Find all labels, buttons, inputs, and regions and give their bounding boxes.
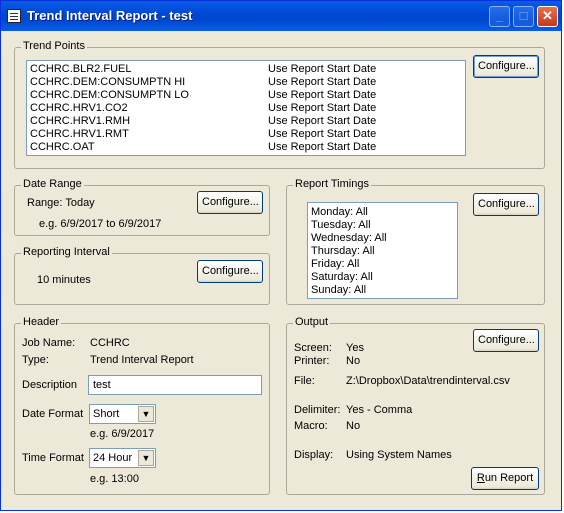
- file-value: Z:\Dropbox\Data\trendinterval.csv: [346, 375, 510, 387]
- time-format-select[interactable]: 24 Hour ▼: [89, 448, 156, 468]
- report-timings-legend: Report Timings: [293, 178, 371, 190]
- job-name-value: CCHRC: [90, 337, 130, 349]
- file-label: File:: [294, 375, 315, 387]
- description-input[interactable]: test: [88, 375, 262, 395]
- reporting-interval-legend: Reporting Interval: [21, 246, 112, 258]
- trend-points-legend: Trend Points: [21, 40, 87, 52]
- date-range-configure-button[interactable]: Configure...: [197, 191, 263, 214]
- list-item[interactable]: CCHRC.HRV1.RMH Use Report Start Date: [27, 115, 465, 128]
- date-range-legend: Date Range: [21, 178, 84, 190]
- printer-value: No: [346, 355, 361, 367]
- screen-label: Screen:: [294, 342, 332, 354]
- report-window: Trend Interval Report - test _ □ ✕ Trend…: [0, 0, 562, 511]
- reporting-interval-group: Reporting Interval 10 minutes Configure.…: [14, 246, 270, 305]
- macro-value: No: [346, 420, 361, 432]
- list-item[interactable]: CCHRC.DEM:CONSUMPTN LO Use Report Start D…: [27, 89, 465, 102]
- window-title: Trend Interval Report - test: [27, 8, 193, 23]
- printer-label: Printer:: [294, 355, 330, 367]
- delimiter-label: Delimiter:: [294, 404, 341, 416]
- date-range-text: Range: Today: [27, 197, 95, 209]
- report-app-icon: [7, 9, 21, 23]
- date-format-select[interactable]: Short ▼: [89, 404, 156, 424]
- list-item[interactable]: Sunday: All: [308, 284, 457, 297]
- report-timings-configure-button[interactable]: Configure...: [473, 193, 539, 216]
- title-bar[interactable]: Trend Interval Report - test _ □ ✕: [1, 1, 561, 31]
- list-item[interactable]: Tuesday: All: [308, 219, 457, 232]
- reporting-interval-value: 10 minutes: [37, 274, 91, 286]
- list-item[interactable]: CCHRC.OAT Use Report Start Date: [27, 141, 465, 154]
- list-item[interactable]: CCHRC.HRV1.CO2 Use Report Start Date: [27, 102, 465, 115]
- list-item[interactable]: CCHRC.BLR2.FUEL Use Report Start Date: [27, 63, 465, 76]
- minimize-button[interactable]: _: [489, 6, 510, 27]
- trend-points-list[interactable]: CCHRC.BLR2.FUEL Use Report Start Date CCH…: [26, 60, 466, 156]
- display-label: Display:: [294, 449, 334, 461]
- report-timings-group: Report Timings Monday: All Tuesday: All …: [286, 178, 545, 305]
- output-group: Output Configure... Screen: Yes Printer:…: [286, 316, 545, 495]
- date-format-label: Date Format: [22, 408, 84, 420]
- time-format-value: 24 Hour: [93, 452, 133, 464]
- report-timings-list[interactable]: Monday: All Tuesday: All Wednesday: All …: [307, 202, 458, 299]
- job-name-label: Job Name:: [22, 337, 76, 349]
- chevron-down-icon[interactable]: ▼: [138, 450, 154, 466]
- time-format-example: e.g. 13:00: [90, 473, 139, 485]
- header-legend: Header: [21, 316, 62, 328]
- run-report-button[interactable]: Run Report: [471, 467, 539, 490]
- list-item[interactable]: Monday: All: [308, 206, 457, 219]
- description-label: Description: [22, 379, 78, 391]
- list-item[interactable]: Thursday: All: [308, 245, 457, 258]
- display-value: Using System Names: [346, 449, 452, 461]
- output-legend: Output: [293, 316, 331, 328]
- macro-label: Macro:: [294, 420, 328, 432]
- type-value: Trend Interval Report: [90, 354, 194, 366]
- date-range-group: Date Range Range: Today e.g. 6/9/2017 to…: [14, 178, 270, 236]
- time-format-label: Time Format: [22, 452, 84, 464]
- reporting-interval-configure-button[interactable]: Configure...: [197, 260, 263, 283]
- date-format-value: Short: [93, 408, 120, 420]
- date-format-example: e.g. 6/9/2017: [90, 428, 155, 440]
- list-item[interactable]: CCHRC.HRV1.RMT Use Report Start Date: [27, 128, 465, 141]
- header-group: Header Job Name: CCHRC Type: Trend Inter…: [14, 316, 270, 495]
- delimiter-value: Yes - Comma: [346, 404, 413, 416]
- chevron-down-icon[interactable]: ▼: [138, 406, 154, 422]
- type-label: Type:: [22, 354, 49, 366]
- trend-points-configure-button[interactable]: Configure...: [473, 55, 539, 78]
- list-item[interactable]: Saturday: All: [308, 271, 457, 284]
- list-item[interactable]: Friday: All: [308, 258, 457, 271]
- output-configure-button[interactable]: Configure...: [473, 329, 539, 352]
- list-item[interactable]: Wednesday: All: [308, 232, 457, 245]
- trend-points-group: Trend Points CCHRC.BLR2.FUEL Use Report S…: [14, 40, 545, 169]
- close-button[interactable]: ✕: [537, 6, 558, 27]
- date-range-example: e.g. 6/9/2017 to 6/9/2017: [39, 218, 162, 230]
- maximize-button[interactable]: □: [513, 6, 534, 27]
- list-item[interactable]: CCHRC.DEM:CONSUMPTN HI Use Report Start D…: [27, 76, 465, 89]
- screen-value: Yes: [346, 342, 364, 354]
